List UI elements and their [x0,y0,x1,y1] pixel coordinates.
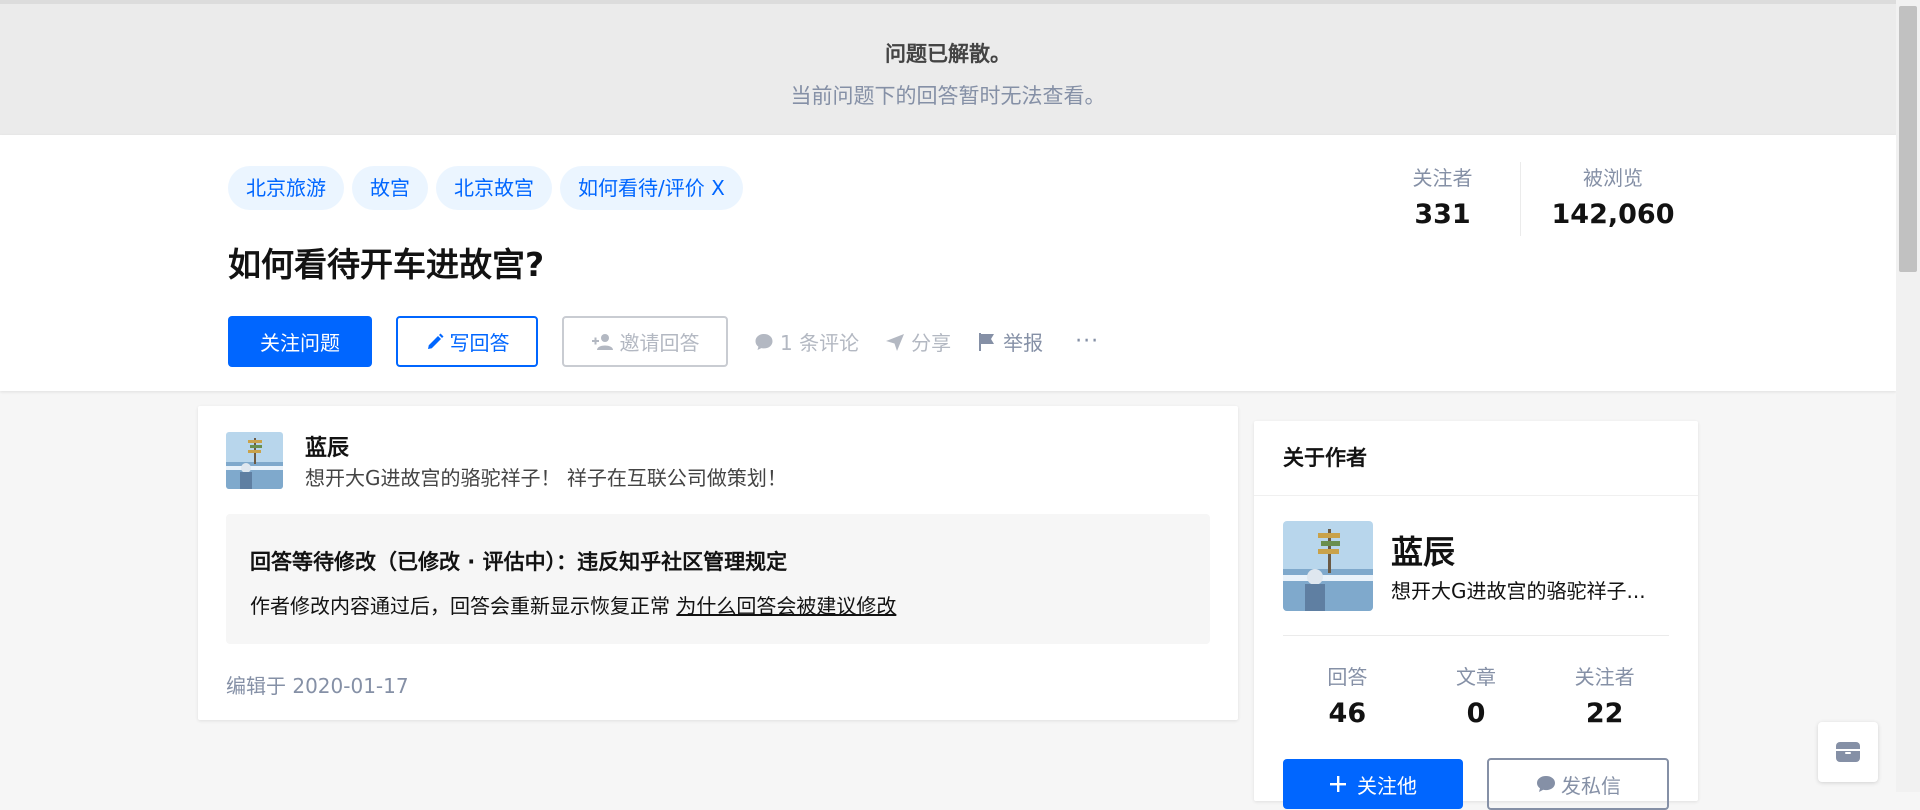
views-count: 142,060 [1551,199,1675,230]
topic-tag[interactable]: 如何看待/评价 X [560,166,743,210]
views-stat: 被浏览 142,060 [1539,162,1687,236]
question-title: 如何看待开车进故宫? [228,245,545,284]
author-bio: 想开大G进故宫的骆驼祥子！ 祥子在互联公司做策划！ [305,466,787,490]
author-card-bio: 想开大G进故宫的骆驼祥子... [1391,579,1646,603]
banner-subtitle: 当前问题下的回答暂时无法查看。 [790,84,1106,108]
flag-icon [979,332,995,351]
stat-value: 0 [1466,698,1486,729]
chat-bubble-icon [1537,776,1555,792]
stat-label: 文章 [1456,665,1496,689]
pencil-icon [427,333,443,349]
plus-icon [1330,776,1346,792]
answer-review-notice: 回答等待修改（已修改 · 评估中）：违反知乎社区管理规定 作者修改内容通过后，回… [226,514,1210,644]
write-answer-button[interactable]: 写回答 [396,316,538,367]
follow-author-label: 关注他 [1357,773,1417,798]
stats-divider [1520,162,1521,236]
topic-tag[interactable]: 北京旅游 [228,166,344,210]
notice-text: 作者修改内容通过后，回答会重新显示恢复正常 为什么回答会被建议修改 [250,590,896,619]
comment-bubble-icon [755,333,773,350]
banner-title: 问题已解散。 [885,42,1011,66]
topic-tag[interactable]: 故宫 [352,166,428,210]
avatar[interactable] [226,432,283,489]
author-name[interactable]: 蓝辰 [305,430,349,462]
comment-label: 1 条评论 [780,331,860,355]
author-stat-answers[interactable]: 回答 46 [1283,661,1412,729]
author-stat-articles[interactable]: 文章 0 [1412,661,1541,729]
question-stats: 关注者 331 被浏览 142,060 [1385,162,1687,236]
stat-value: 22 [1585,698,1624,729]
invite-answer-button[interactable]: 邀请回答 [562,316,728,367]
follow-author-button[interactable]: 关注他 [1283,759,1463,809]
paper-plane-icon [886,333,905,351]
question-actions: 关注问题 写回答 邀请回答 1 条评论 分享 举报 ··· [228,316,1099,367]
write-answer-label: 写回答 [449,331,510,355]
stat-label: 关注者 [1574,665,1635,689]
about-author-header: 关于作者 [1254,421,1698,496]
followers-label: 关注者 [1412,166,1473,190]
answer-card: 蓝辰 想开大G进故宫的骆驼祥子！ 祥子在互联公司做策划！ 回答等待修改（已修改 … [198,406,1238,720]
followers-count: 331 [1414,199,1471,230]
edit-time[interactable]: 编辑于 2020-01-17 [226,670,409,699]
stat-label: 回答 [1327,665,1368,689]
share-button[interactable]: 分享 [885,327,951,356]
floating-box-button[interactable] [1818,722,1878,782]
stat-value: 46 [1328,698,1367,729]
scrollbar-thumb[interactable] [1899,6,1917,272]
report-label: 举报 [1003,331,1044,355]
notice-body: 作者修改内容通过后，回答会重新显示恢复正常 [250,594,677,618]
author-stats: 回答 46 文章 0 关注者 22 [1283,661,1669,729]
send-message-label: 发私信 [1561,773,1621,798]
box-icon [1836,742,1860,762]
notice-title: 回答等待修改（已修改 · 评估中）：违反知乎社区管理规定 [250,550,788,574]
follow-question-button[interactable]: 关注问题 [228,316,372,367]
comment-button[interactable]: 1 条评论 [754,327,859,356]
follow-question-label: 关注问题 [260,331,340,355]
report-button[interactable]: 举报 [977,327,1043,356]
invite-answer-label: 邀请回答 [619,331,700,355]
divider [1283,635,1669,636]
about-author-card: 关于作者 蓝辰 想开大G进故宫的骆驼祥子... 回答 46 文章 0 关注者 2… [1254,421,1698,810]
add-person-icon [591,333,613,350]
send-message-button[interactable]: 发私信 [1487,758,1669,810]
topic-tag[interactable]: 北京故宫 [436,166,552,210]
question-closed-banner: 问题已解散。 当前问题下的回答暂时无法查看。 [0,0,1896,135]
topic-tags: 北京旅游 故宫 北京故宫 如何看待/评价 X [228,166,743,210]
author-card-name[interactable]: 蓝辰 [1391,527,1455,573]
more-button[interactable]: ··· [1075,329,1099,354]
views-label: 被浏览 [1583,166,1643,190]
author-avatar[interactable] [1283,521,1373,611]
share-label: 分享 [911,331,952,355]
why-modify-link[interactable]: 为什么回答会被建议修改 [676,594,896,618]
followers-stat[interactable]: 关注者 331 [1385,162,1500,236]
author-stat-followers[interactable]: 关注者 22 [1540,661,1669,729]
